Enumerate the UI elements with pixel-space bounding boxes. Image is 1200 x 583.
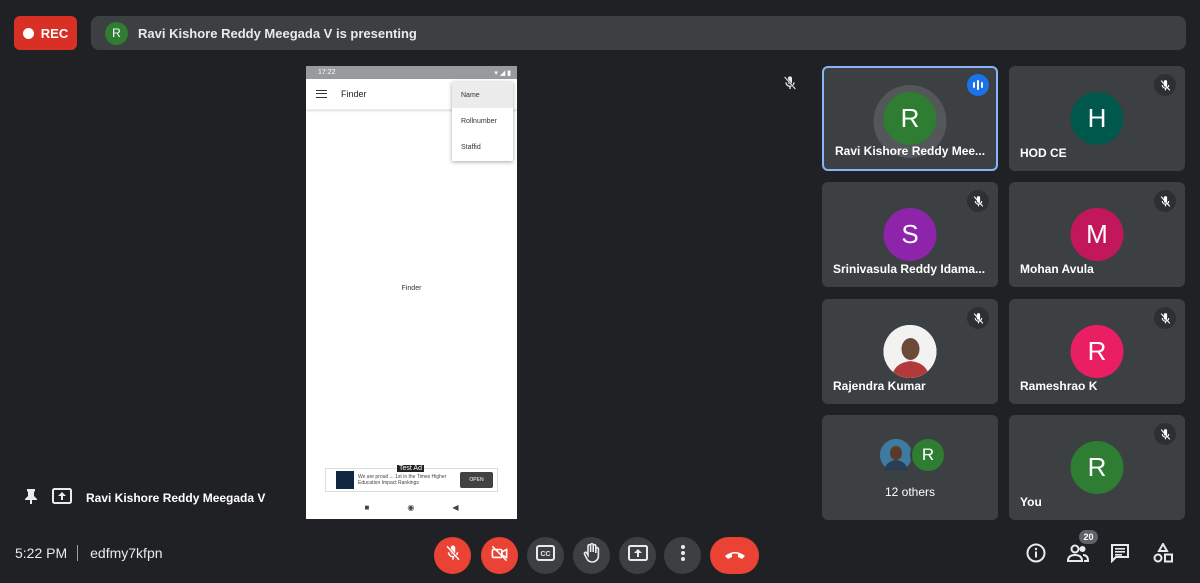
activities-icon (1153, 541, 1173, 568)
participant-tile[interactable]: H HOD CE (1009, 66, 1185, 171)
present-screen-icon (627, 545, 648, 566)
chat-icon (1110, 543, 1130, 568)
recents-icon: ■ (364, 502, 370, 512)
hamburger-menu-icon (316, 90, 327, 98)
participant-name: You (1020, 495, 1042, 509)
present-now-button[interactable] (619, 537, 656, 574)
home-icon: ◉ (407, 502, 415, 512)
mic-off-icon (1154, 74, 1176, 96)
others-tile[interactable]: R 12 others (822, 415, 998, 520)
ad-tag: Test Ad (397, 465, 424, 472)
meeting-code: edfmy7kfpn (90, 545, 163, 561)
phone-status-bar: 17:22 ▾ ◢ ▮ (306, 66, 517, 79)
participant-name: Mohan Avula (1020, 262, 1094, 276)
others-avatars: R (878, 437, 948, 473)
presenting-text: Ravi Kishore Reddy Meegada V is presenti… (138, 25, 417, 41)
phone-center-text: Finder (401, 285, 422, 292)
phone-app-title: Finder (341, 89, 367, 99)
meeting-info: 5:22 PM edfmy7kfpn (15, 545, 163, 561)
presenting-banner: R Ravi Kishore Reddy Meegada V is presen… (91, 16, 1186, 50)
ad-text: We are proud ... 1st in the Times Higher… (358, 474, 447, 486)
info-icon (1026, 543, 1046, 568)
shared-screen: 17:22 ▾ ◢ ▮ Finder Name Rollnumber Staff… (306, 66, 517, 519)
participant-avatar: S (883, 208, 937, 261)
more-vert-icon (680, 544, 686, 567)
people-button[interactable] (1063, 540, 1093, 570)
captions-button[interactable]: CC (527, 537, 564, 574)
captions-icon: CC (536, 545, 555, 566)
meeting-details-button[interactable] (1021, 540, 1051, 570)
phone-menu-item: Rollnumber (461, 117, 497, 125)
camera-toggle-button[interactable] (481, 537, 518, 574)
mic-off-icon (782, 75, 798, 96)
divider (77, 545, 79, 561)
meeting-time: 5:22 PM (15, 545, 68, 561)
participant-tile[interactable]: R Rameshrao K (1009, 299, 1185, 404)
more-options-button[interactable] (664, 537, 701, 574)
present-screen-icon (52, 488, 72, 507)
participant-name: Rajendra Kumar (833, 379, 926, 393)
mic-off-icon (1154, 307, 1176, 329)
presenter-info: Ravi Kishore Reddy Meegada V (24, 488, 265, 507)
presenter-name: Ravi Kishore Reddy Meegada V (86, 490, 266, 505)
recording-button[interactable]: REC (14, 16, 77, 50)
record-dot-icon (22, 27, 34, 39)
activities-button[interactable] (1148, 540, 1178, 570)
mic-off-icon (967, 307, 989, 329)
participant-tile[interactable]: S Srinivasula Reddy Idama... (822, 182, 998, 287)
participant-tile[interactable]: R Ravi Kishore Reddy Mee... (822, 66, 998, 171)
ad-logo (336, 471, 354, 489)
participant-avatar: R (883, 92, 937, 145)
participant-tile[interactable]: M Mohan Avula (1009, 182, 1185, 287)
participant-photo-avatar (883, 325, 937, 378)
svg-text:CC: CC (540, 551, 550, 558)
camera-off-icon (490, 544, 509, 568)
microphone-toggle-button[interactable] (434, 537, 471, 574)
speaking-indicator-icon (967, 74, 989, 96)
others-avatar: R (910, 437, 946, 473)
leave-call-button[interactable] (710, 537, 759, 574)
phone-dropdown-menu: Name Rollnumber Staffid (452, 82, 513, 161)
raise-hand-button[interactable] (573, 537, 610, 574)
participant-name: Srinivasula Reddy Idama... (833, 262, 986, 276)
call-end-icon (724, 547, 746, 565)
phone-status-time: 17:22 (318, 69, 336, 76)
participant-name: Rameshrao K (1020, 379, 1098, 393)
phone-ad-banner: Test Ad We are proud ... 1st in the Time… (325, 465, 498, 492)
mic-off-icon (967, 190, 989, 212)
participant-name: Ravi Kishore Reddy Mee... (835, 144, 986, 158)
mic-off-icon (444, 544, 462, 567)
self-tile[interactable]: R You (1009, 415, 1185, 520)
participant-name: HOD CE (1020, 146, 1067, 160)
others-count-label: 12 others (884, 485, 936, 499)
others-photo-avatar (878, 437, 914, 473)
phone-menu-item: Name (452, 82, 513, 108)
ad-open-button: OPEN (460, 472, 493, 488)
hand-icon (583, 542, 601, 568)
participant-avatar: H (1070, 92, 1124, 145)
people-icon (1066, 544, 1090, 567)
participant-tile[interactable]: Rajendra Kumar (822, 299, 998, 404)
pin-icon[interactable] (24, 488, 38, 507)
back-icon: ◀ (452, 502, 459, 512)
phone-nav-bar: ■ ◉ ◀ (306, 495, 517, 519)
chat-button[interactable] (1105, 540, 1135, 570)
mic-off-icon (1154, 423, 1176, 445)
participant-avatar: R (1070, 441, 1124, 494)
phone-menu-item: Staffid (461, 143, 481, 151)
mic-off-icon (1154, 190, 1176, 212)
phone-status-icons: ▾ ◢ ▮ (494, 69, 511, 77)
presenter-avatar: R (105, 21, 128, 45)
participant-avatar: M (1070, 208, 1124, 261)
recording-label: REC (40, 25, 69, 41)
participant-avatar: R (1070, 325, 1124, 378)
participants-count-badge: 20 (1079, 530, 1098, 544)
